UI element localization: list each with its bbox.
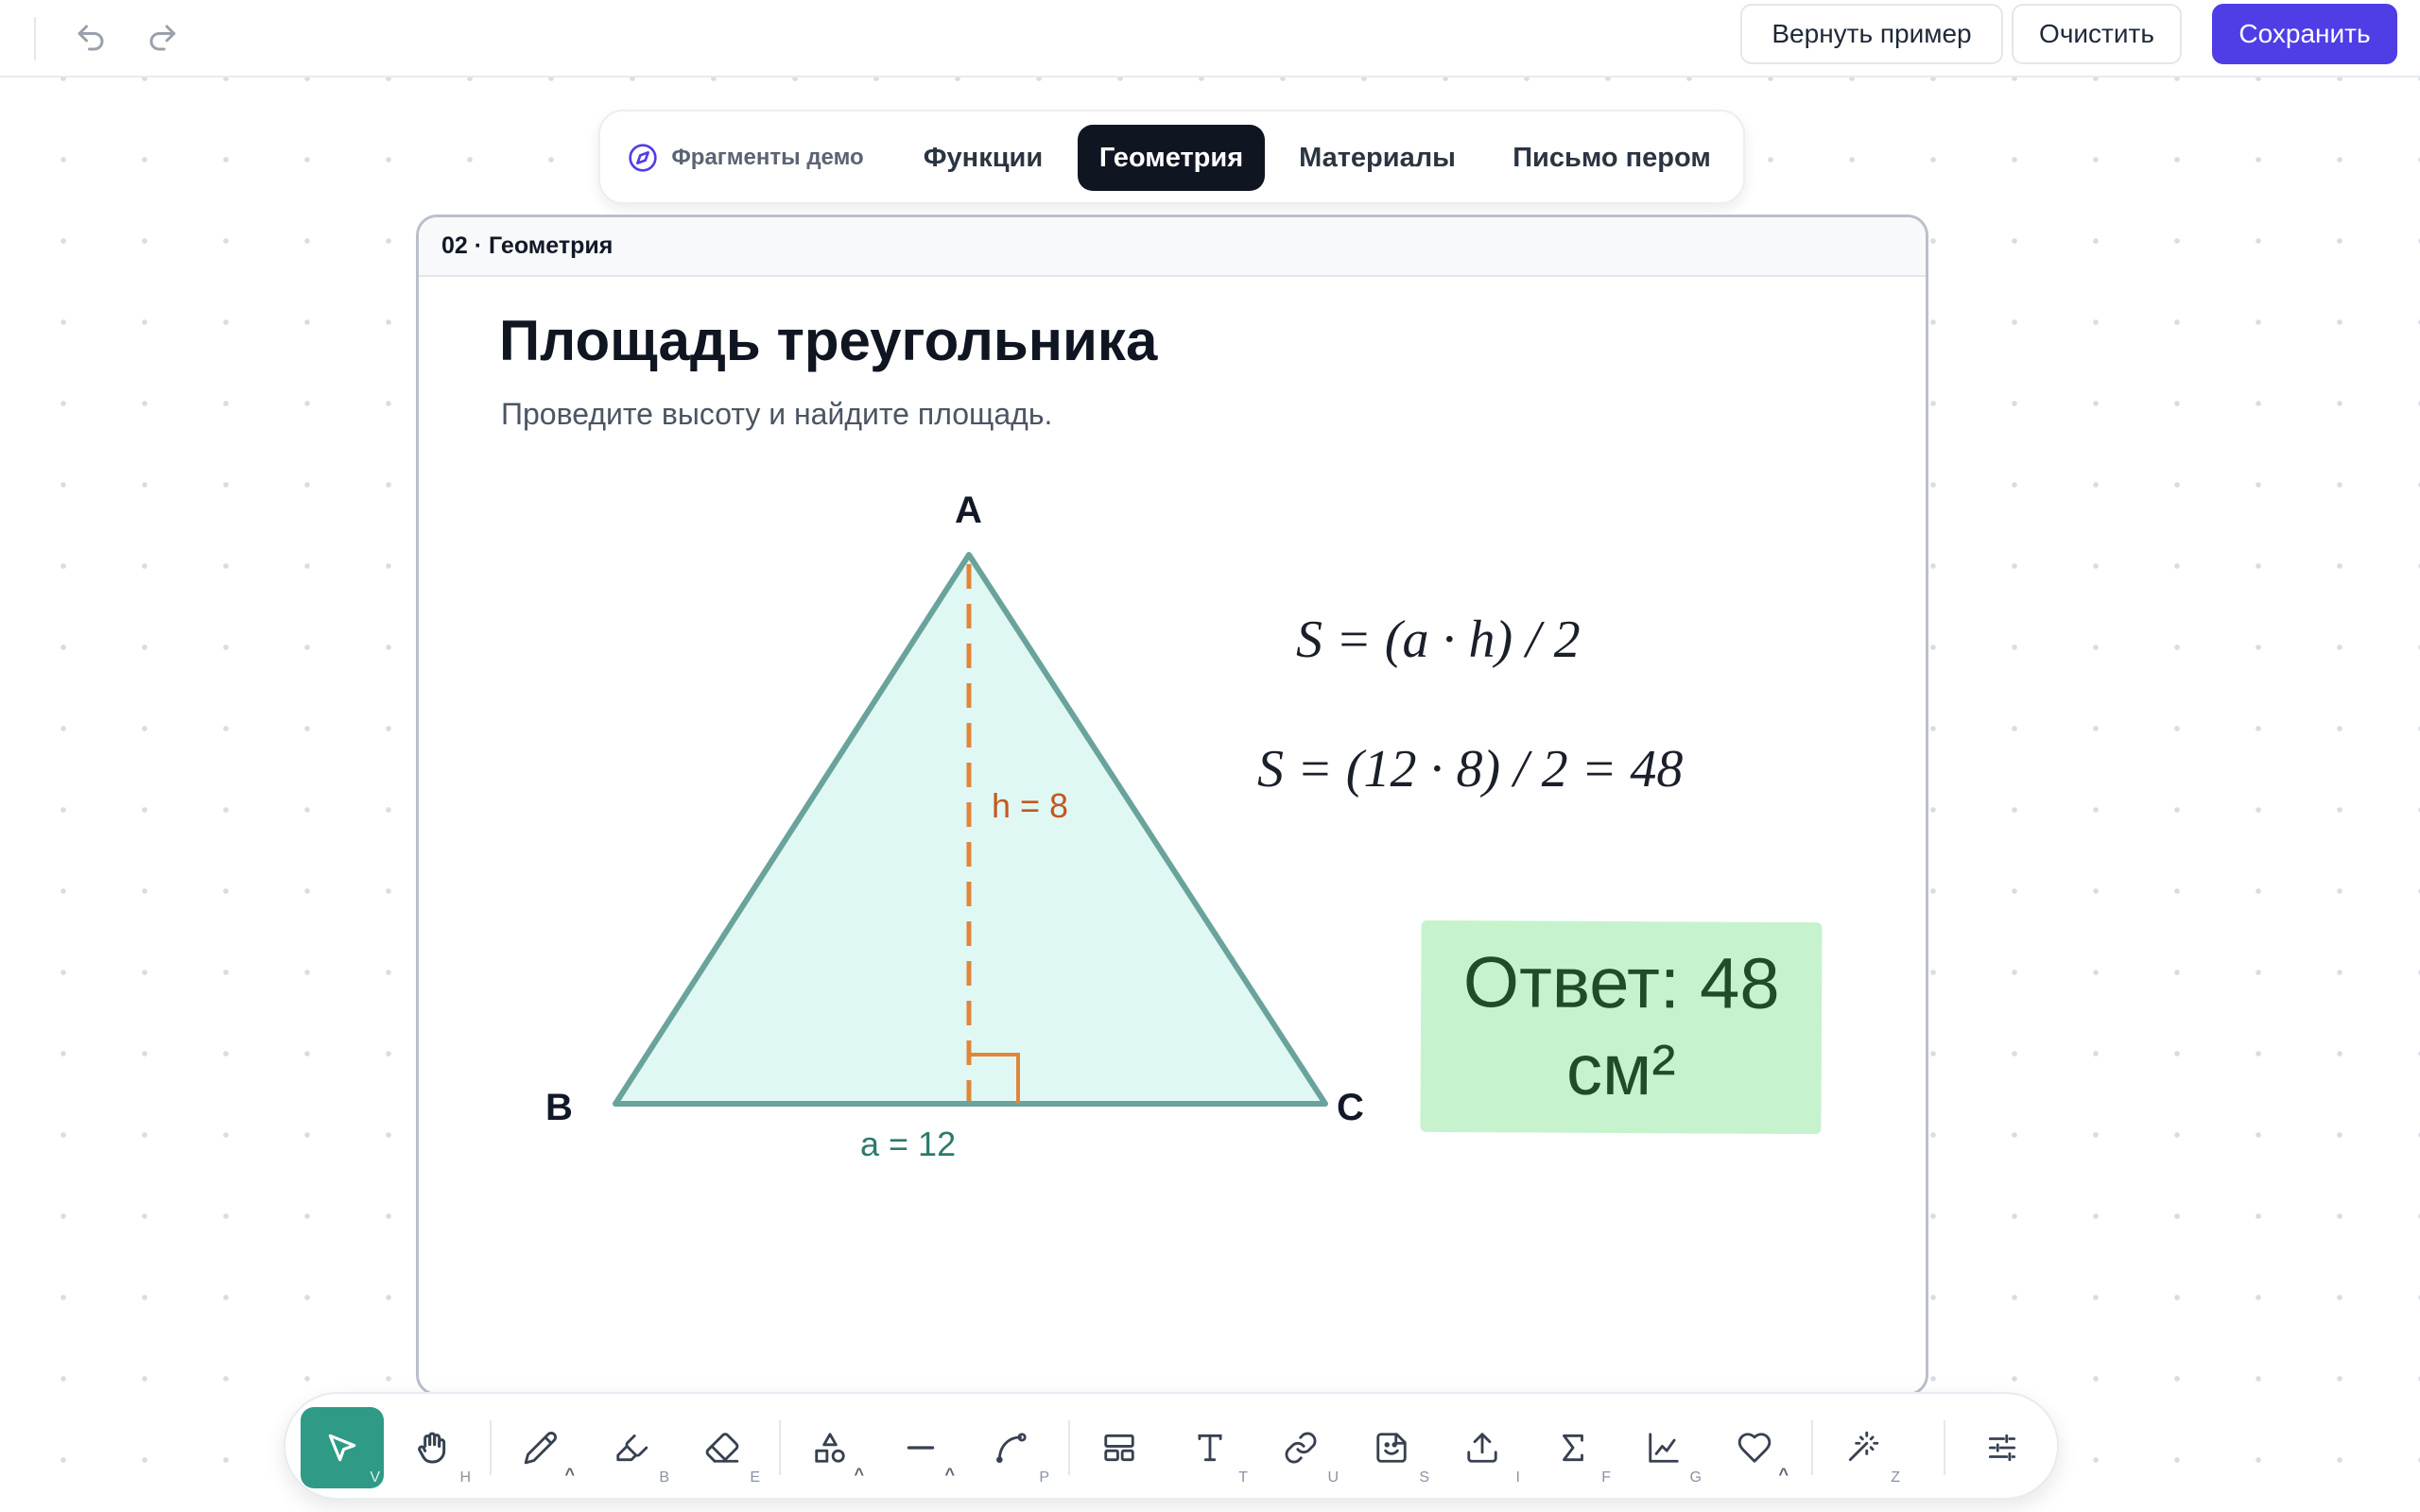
- formula-computed[interactable]: S = (12 · 8) / 2 = 48: [1257, 740, 1683, 799]
- eraser-icon: [705, 1433, 739, 1463]
- curve-tool[interactable]: P: [970, 1407, 1053, 1488]
- formula-general[interactable]: S = (a · h) / 2: [1296, 610, 1581, 669]
- shapes-icon: [815, 1433, 845, 1463]
- base-label: a = 12: [860, 1125, 956, 1163]
- line-tool[interactable]: ^: [879, 1407, 962, 1488]
- shapes-tool[interactable]: ^: [788, 1407, 872, 1488]
- toolbar-separator: [1811, 1420, 1813, 1475]
- tool-key: P: [1039, 1469, 1049, 1486]
- compass-icon: [629, 144, 657, 172]
- layout-icon: [1104, 1434, 1134, 1462]
- upload-icon: [1467, 1433, 1497, 1463]
- upload-tool[interactable]: I: [1441, 1407, 1524, 1488]
- tool-key: Z: [1891, 1469, 1900, 1486]
- settings-sliders-icon: [1988, 1434, 2016, 1462]
- tool-key: V: [370, 1469, 380, 1486]
- tool-key: H: [459, 1469, 471, 1486]
- chevron-up-icon[interactable]: ^: [1778, 1465, 1789, 1485]
- clear-button[interactable]: Очистить: [2012, 4, 2182, 64]
- demo-fragments-label[interactable]: Фрагменты демо: [623, 125, 869, 191]
- vertex-a-label: A: [955, 490, 982, 531]
- vertex-c-label: C: [1337, 1087, 1364, 1128]
- text-icon: [1198, 1434, 1222, 1462]
- text-tool[interactable]: T: [1168, 1407, 1252, 1488]
- pencil-tool[interactable]: ^: [499, 1407, 582, 1488]
- drawing-toolbar: V H ^ B E ^ ^ P T U S I F G ^ Z: [284, 1392, 2059, 1500]
- graph-icon: [1649, 1433, 1679, 1463]
- link-icon: [1285, 1432, 1317, 1464]
- heart-icon: [1737, 1433, 1772, 1463]
- undo-icon: [78, 25, 104, 51]
- hand-tool[interactable]: H: [391, 1407, 475, 1488]
- highlighter-icon: [616, 1434, 648, 1462]
- link-tool[interactable]: U: [1259, 1407, 1342, 1488]
- formula-tool[interactable]: F: [1531, 1407, 1615, 1488]
- graph-tool[interactable]: G: [1622, 1407, 1705, 1488]
- tab-functions[interactable]: Функции: [905, 125, 1062, 191]
- eraser-tool[interactable]: E: [681, 1407, 764, 1488]
- topbar-divider: [34, 17, 36, 60]
- top-bar: Вернуть пример Очистить Сохранить: [0, 0, 2420, 77]
- magic-tool[interactable]: Z: [1821, 1407, 1904, 1488]
- chevron-up-icon[interactable]: ^: [944, 1465, 955, 1485]
- lesson-card: 02 · Геометрия Площадь треугольника Пров…: [416, 215, 1928, 1396]
- tool-key: G: [1689, 1469, 1702, 1486]
- restore-example-button[interactable]: Вернуть пример: [1740, 4, 2003, 64]
- tool-key: U: [1327, 1469, 1339, 1486]
- settings-tool[interactable]: [1961, 1407, 2044, 1488]
- vertex-b-label: B: [545, 1087, 573, 1128]
- select-tool[interactable]: V: [301, 1407, 384, 1488]
- tab-geometry[interactable]: Геометрия: [1078, 125, 1265, 191]
- tool-key: B: [659, 1469, 669, 1486]
- tool-key: I: [1515, 1469, 1520, 1486]
- save-button[interactable]: Сохранить: [2212, 4, 2397, 64]
- redo-button[interactable]: [138, 13, 187, 62]
- sticker-tool[interactable]: S: [1350, 1407, 1433, 1488]
- tab-pen-writing[interactable]: Письмо пером: [1498, 125, 1725, 191]
- demo-fragments-text: Фрагменты демо: [671, 145, 864, 170]
- toolbar-separator: [490, 1420, 492, 1475]
- select-arrow-icon: [328, 1434, 356, 1462]
- toolbar-separator: [779, 1420, 781, 1475]
- height-label: h = 8: [992, 786, 1068, 825]
- sigma-icon: [1563, 1434, 1583, 1462]
- tool-key: E: [750, 1469, 760, 1486]
- hand-icon: [418, 1432, 446, 1464]
- sticker-icon: [1376, 1433, 1407, 1463]
- toolbar-separator: [1068, 1420, 1070, 1475]
- demo-tabs: Фрагменты демо Функции Геометрия Материа…: [598, 110, 1745, 204]
- undo-button[interactable]: [66, 13, 115, 62]
- tool-key: T: [1238, 1469, 1248, 1486]
- tool-key: S: [1419, 1469, 1429, 1486]
- line-icon: [907, 1446, 935, 1450]
- curve-icon: [996, 1433, 1027, 1463]
- answer-text: Ответ: 48 см²: [1462, 942, 1780, 1111]
- triangle-drawing[interactable]: A B C h = 8 a = 12 S = (a · h) / 2 S = (…: [419, 217, 1926, 1393]
- answer-sticky-note[interactable]: Ответ: 48 см²: [1420, 919, 1823, 1135]
- toolbar-separator: [1944, 1420, 1945, 1475]
- tab-materials[interactable]: Материалы: [1283, 125, 1472, 191]
- favorites-tool[interactable]: ^: [1713, 1407, 1796, 1488]
- layout-tool[interactable]: [1078, 1407, 1161, 1488]
- chevron-up-icon[interactable]: ^: [564, 1465, 575, 1485]
- highlighter-tool[interactable]: B: [590, 1407, 673, 1488]
- redo-icon: [149, 25, 176, 51]
- tool-key: F: [1601, 1469, 1611, 1486]
- magic-wand-icon: [1848, 1431, 1879, 1462]
- pencil-icon: [524, 1432, 557, 1465]
- chevron-up-icon[interactable]: ^: [854, 1465, 864, 1485]
